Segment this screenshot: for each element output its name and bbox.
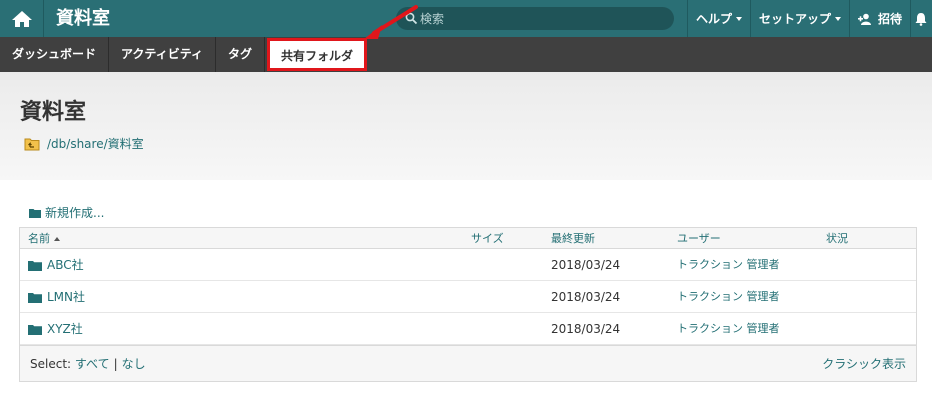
- select-label: Select:: [30, 357, 72, 371]
- page-title: 資料室: [20, 100, 87, 125]
- table-header: 名前 サイズ 最終更新 ユーザー 状況: [20, 228, 916, 249]
- home-icon: [11, 10, 32, 27]
- classic-view-link[interactable]: クラシック表示: [822, 346, 906, 382]
- folder-link[interactable]: ABC社: [28, 249, 84, 281]
- top-right-nav: ヘルプ セットアップ 招待: [686, 0, 932, 37]
- tab-bar: ダッシュボード アクティビティ タグ 共有フォルダ: [0, 37, 932, 72]
- table-row: XYZ社 2018/03/24 トラクション 管理者: [20, 313, 916, 345]
- table-row: LMN社 2018/03/24 トラクション 管理者: [20, 281, 916, 313]
- tab-activity[interactable]: アクティビティ: [109, 37, 216, 72]
- add-user-icon: [857, 13, 871, 25]
- modified-date: 2018/03/24: [551, 290, 621, 304]
- folder-link[interactable]: XYZ社: [28, 313, 83, 345]
- top-navigation-bar: 資料室 ヘルプ セットアップ 招待: [0, 0, 932, 37]
- column-size-header[interactable]: サイズ: [471, 228, 504, 249]
- column-user-header[interactable]: ユーザー: [677, 228, 721, 249]
- column-status-header[interactable]: 状況: [826, 228, 848, 249]
- select-none-link[interactable]: なし: [122, 357, 146, 371]
- folder-name: LMN社: [47, 290, 86, 304]
- annotation-arrow-icon: [364, 5, 418, 39]
- column-name-header[interactable]: 名前: [28, 228, 60, 249]
- column-name-label: 名前: [28, 232, 50, 245]
- file-table: 名前 サイズ 最終更新 ユーザー 状況 ABC社 2018/03/24 トラクシ…: [19, 227, 917, 382]
- table-footer: Select: すべて | なし クラシック表示: [20, 345, 916, 381]
- new-create-label: 新規作成...: [45, 206, 105, 220]
- select-controls: Select: すべて | なし: [30, 346, 146, 382]
- notifications-button[interactable]: [910, 0, 932, 37]
- folder-icon: [28, 260, 42, 271]
- chevron-down-icon: [735, 16, 742, 21]
- invite-button[interactable]: 招待: [848, 0, 910, 37]
- breadcrumb-path-link[interactable]: /db/share/資料室: [47, 135, 144, 152]
- help-menu-button[interactable]: ヘルプ: [686, 0, 750, 37]
- tab-tags[interactable]: タグ: [216, 37, 265, 72]
- chevron-down-icon: [834, 16, 841, 21]
- sort-ascending-icon: [54, 237, 60, 241]
- user-link[interactable]: トラクション 管理者: [677, 313, 780, 345]
- help-menu-label: ヘルプ: [695, 12, 732, 26]
- page-header: 資料室 /db/share/資料室: [0, 72, 932, 180]
- folder-icon: [29, 208, 41, 218]
- home-button[interactable]: [0, 0, 44, 37]
- folder-name: ABC社: [47, 258, 84, 272]
- folder-icon: [28, 324, 42, 335]
- tab-dashboard[interactable]: ダッシュボード: [0, 37, 110, 72]
- new-create-link[interactable]: 新規作成...: [29, 204, 104, 221]
- modified-date: 2018/03/24: [551, 322, 621, 336]
- separator: |: [113, 357, 118, 371]
- search-input[interactable]: [420, 7, 670, 30]
- setup-menu-button[interactable]: セットアップ: [749, 0, 849, 37]
- folder-name: XYZ社: [47, 322, 83, 336]
- bell-icon: [915, 12, 927, 26]
- modified-date: 2018/03/24: [551, 258, 621, 272]
- breadcrumb: /db/share/資料室: [24, 135, 144, 152]
- folder-icon: [28, 292, 42, 303]
- invite-label: 招待: [877, 12, 902, 26]
- user-link[interactable]: トラクション 管理者: [677, 249, 780, 281]
- folder-link[interactable]: LMN社: [28, 281, 85, 313]
- column-modified-header[interactable]: 最終更新: [551, 228, 595, 249]
- app-title: 資料室: [56, 8, 110, 29]
- folder-up-icon[interactable]: [24, 137, 40, 151]
- setup-menu-label: セットアップ: [758, 12, 831, 26]
- search-box[interactable]: [396, 7, 674, 30]
- select-all-link[interactable]: すべて: [75, 357, 110, 371]
- table-row: ABC社 2018/03/24 トラクション 管理者: [20, 249, 916, 281]
- user-link[interactable]: トラクション 管理者: [677, 281, 780, 313]
